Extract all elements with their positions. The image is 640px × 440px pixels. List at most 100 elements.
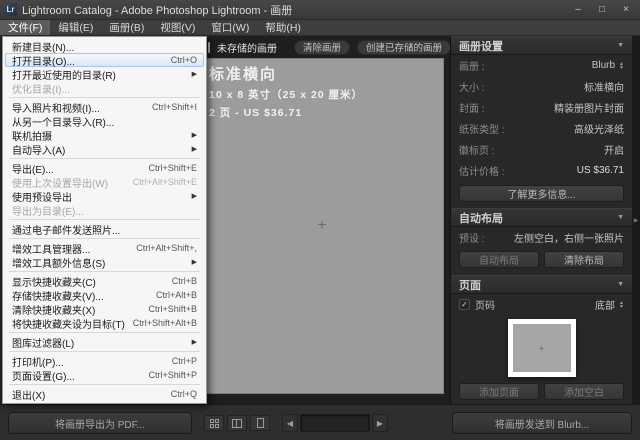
menu-separator: [9, 219, 200, 220]
window-title: Lightroom Catalog - Adobe Photoshop Ligh…: [22, 2, 566, 18]
menu-item[interactable]: 打印机(P)...Ctrl+P: [5, 354, 204, 368]
page-number-position-value: 底部: [595, 297, 615, 312]
menu-item[interactable]: 使用预设导出 ▶: [5, 189, 204, 203]
menu-item[interactable]: 退出(X)Ctrl+Q: [5, 387, 204, 401]
preset-dropdown[interactable]: 左侧空白，右侧一张照片: [514, 230, 624, 245]
chevron-right-icon: ▶: [192, 192, 197, 200]
page-indicator-field: [300, 414, 370, 432]
export-pdf-button[interactable]: 将画册导出为 PDF...: [8, 412, 192, 434]
menu-item-label: 打开目录(O)...: [12, 53, 75, 68]
menu-separator: [9, 238, 200, 239]
menu-item[interactable]: 从另一个目录导入(R)...: [5, 114, 204, 128]
setting-value-dropdown[interactable]: 开启: [604, 142, 624, 157]
previous-page-button[interactable]: ◀: [282, 414, 298, 432]
menu-item[interactable]: 通过电子邮件发送照片...: [5, 222, 204, 236]
menubar-item-5[interactable]: 窗口(W): [203, 20, 257, 35]
setting-label: 画册 :: [459, 58, 485, 73]
menu-item-shortcut: Ctrl+B: [172, 276, 197, 286]
menu-item[interactable]: 显示快捷收藏夹(C)Ctrl+B: [5, 274, 204, 288]
page-number-position-dropdown[interactable]: 底部 ▲ ▼: [595, 297, 624, 312]
page-thumbnail[interactable]: +: [508, 319, 576, 377]
menu-item[interactable]: 存储快捷收藏夹(V)...Ctrl+Alt+B: [5, 288, 204, 302]
menu-item-label: 页面设置(G)...: [12, 368, 75, 383]
menu-item-shortcut: Ctrl+Shift+E: [148, 163, 197, 173]
close-icon[interactable]: ×: [614, 2, 638, 18]
setting-label: 封面 :: [459, 100, 485, 115]
bottom-toolbar: 将画册导出为 PDF... ◀ ▶ 将画册发送到 Blurb...: [0, 404, 640, 440]
menu-item-label: 清除快捷收藏夹(X): [12, 302, 95, 317]
create-saved-book-button[interactable]: 创建已存储的画册: [357, 40, 451, 55]
book-setting-row: 徽标页 :开启: [451, 139, 632, 160]
menu-item[interactable]: 增效工具管理器...Ctrl+Alt+Shift+,: [5, 241, 204, 255]
setting-value-dropdown[interactable]: 精装册图片封面: [554, 100, 624, 115]
menubar-item-6[interactable]: 帮助(H): [257, 20, 309, 35]
menu-item[interactable]: 将快捷收藏夹设为目标(T)Ctrl+Shift+Alt+B: [5, 316, 204, 330]
setting-value-dropdown[interactable]: 高级光泽纸: [574, 121, 624, 136]
menu-item-label: 通过电子邮件发送照片...: [12, 222, 120, 237]
menu-item-shortcut: Ctrl+Shift+Alt+B: [133, 318, 197, 328]
multi-page-view-button[interactable]: [204, 415, 224, 431]
book-size-name: 标准横向: [209, 63, 363, 84]
menu-item-label: 打印机(P)...: [12, 354, 64, 369]
spread-view-button[interactable]: [227, 415, 247, 431]
menu-separator: [9, 271, 200, 272]
menubar-item-4[interactable]: 视图(V): [152, 20, 203, 35]
menu-item[interactable]: 联机拍摄▶: [5, 128, 204, 142]
menu-item: 优化目录(I)...: [5, 81, 204, 95]
book-icon: [208, 42, 210, 53]
add-page-button[interactable]: 添加页面: [459, 383, 539, 400]
clear-book-button[interactable]: 清除画册: [294, 40, 350, 55]
page-section: 页面 ▼ ✓ 页码 底部 ▲ ▼ + 添加页面: [451, 275, 632, 404]
send-to-blurb-button[interactable]: 将画册发送到 Blurb...: [452, 412, 632, 434]
lightroom-app-icon: Lr: [4, 3, 17, 16]
page-number-checkbox[interactable]: ✓: [459, 299, 470, 310]
menu-item[interactable]: 页面设置(G)...Ctrl+Shift+P: [5, 368, 204, 382]
menu-item[interactable]: 增效工具额外信息(S)▶: [5, 255, 204, 269]
menu-item[interactable]: 导入照片和视频(I)...Ctrl+Shift+I: [5, 100, 204, 114]
menu-item[interactable]: 打开最近使用的目录(R)▶: [5, 67, 204, 81]
menu-item[interactable]: 打开目录(O)...Ctrl+O: [5, 53, 204, 67]
menu-item-label: 使用上次设置导出(W): [12, 175, 108, 190]
menubar-item-3[interactable]: 画册(B): [101, 20, 152, 35]
setting-value-dropdown[interactable]: 标准横向: [584, 79, 624, 94]
setting-label: 大小 :: [459, 79, 485, 94]
chevron-right-icon: ▶: [192, 258, 197, 266]
minimize-icon[interactable]: –: [566, 2, 590, 18]
maximize-icon[interactable]: □: [590, 2, 614, 18]
menu-item-label: 图库过滤器(L): [12, 335, 74, 350]
menu-item-label: 使用预设导出: [12, 189, 72, 204]
menu-item[interactable]: 图库过滤器(L)▶: [5, 335, 204, 349]
clear-layout-button[interactable]: 清除布局: [544, 251, 624, 268]
chevron-right-icon: ▶: [192, 145, 197, 153]
book-settings-section: 画册设置 ▼ 画册 : Blurb ▲ ▼ 大小 : 标准横向封面 : 精装册图片封…: [451, 36, 632, 202]
menu-separator: [9, 384, 200, 385]
right-panel-collapse-arrow[interactable]: ▶: [632, 36, 640, 404]
add-blank-button[interactable]: 添加空白: [544, 383, 624, 400]
menu-item[interactable]: 自动导入(A)▶: [5, 142, 204, 156]
book-vendor-row: 画册 : Blurb ▲ ▼: [451, 55, 632, 76]
book-settings-header[interactable]: 画册设置 ▼: [451, 36, 632, 55]
next-page-button[interactable]: ▶: [372, 414, 388, 432]
book-vendor-dropdown[interactable]: Blurb ▲ ▼: [592, 60, 624, 71]
estimated-price-row: 估计价格 : US $36.71: [451, 160, 632, 181]
menubar-item-1[interactable]: 文件(F): [0, 20, 50, 35]
menu-item-shortcut: Ctrl+Alt+Shift+E: [133, 177, 197, 187]
menu-item[interactable]: 导出(E)... Ctrl+Shift+E: [5, 161, 204, 175]
auto-layout-button[interactable]: 自动布局: [459, 251, 539, 268]
book-setting-row: 纸张类型 :高级光泽纸: [451, 118, 632, 139]
book-dimensions: 10 x 8 英寸（25 x 20 厘米）: [209, 87, 363, 102]
preset-label: 预设 :: [459, 230, 485, 245]
menu-separator: [9, 351, 200, 352]
book-toolbar: 未存储的画册 清除画册 创建已存储的画册: [200, 36, 450, 58]
single-page-view-button[interactable]: [250, 415, 270, 431]
menu-item-label: 导出为目录(E)...: [12, 203, 84, 218]
menu-item[interactable]: 新建目录(N)...: [5, 39, 204, 53]
check-icon: ✓: [461, 300, 468, 309]
menubar-item-2[interactable]: 编辑(E): [50, 20, 101, 35]
multi-page-view-icon: [210, 419, 219, 428]
page-header[interactable]: 页面 ▼: [451, 275, 632, 294]
menu-item-label: 导出(E)...: [12, 161, 54, 176]
auto-layout-header[interactable]: 自动布局 ▼: [451, 208, 632, 227]
menu-item[interactable]: 清除快捷收藏夹(X)Ctrl+Shift+B: [5, 302, 204, 316]
learn-more-button[interactable]: 了解更多信息...: [459, 185, 624, 202]
